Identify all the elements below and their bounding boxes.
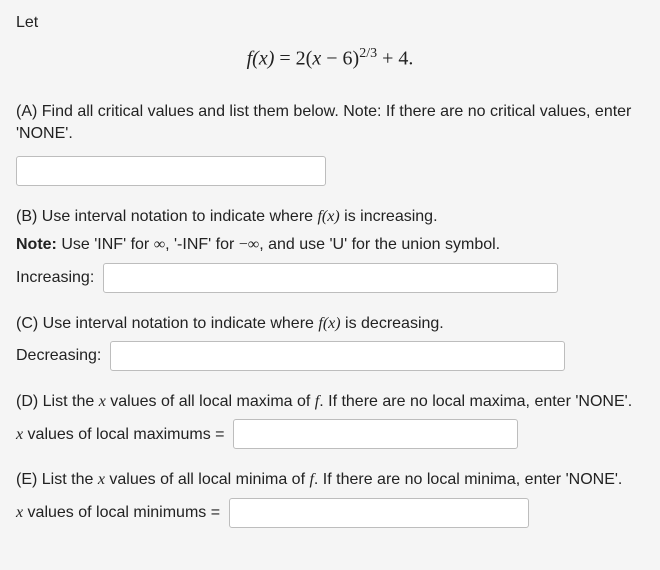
intro-let: Let: [16, 12, 644, 34]
part-d-line-a: (D) List the: [16, 393, 99, 410]
part-b-note-d: , and use 'U' for the union symbol.: [259, 236, 500, 253]
local-max-input[interactable]: [233, 419, 518, 449]
part-a-text: (A) Find all critical values and list th…: [16, 101, 644, 146]
formula-rhs-a: 2(: [296, 48, 313, 70]
formula-exp: 2/3: [359, 46, 377, 61]
min-label: x values of local minimums =: [16, 502, 220, 524]
part-b-note: Note: Use 'INF' for ∞, '-INF' for −∞, an…: [16, 234, 644, 256]
part-b-line1-b: is increasing.: [340, 208, 438, 225]
part-e-line: (E) List the x values of all local minim…: [16, 469, 644, 491]
formula-rhs-c: − 6): [321, 48, 359, 70]
max-label: x values of local maximums =: [16, 424, 225, 446]
local-min-input[interactable]: [229, 498, 529, 528]
part-e-line-c: . If there are no local minima, enter 'N…: [314, 471, 622, 488]
neg-infinity-symbol: −∞: [239, 236, 259, 253]
part-e-line-b: values of all local minima of: [105, 471, 310, 488]
part-c-fx: f(x): [318, 315, 340, 332]
part-c-line: (C) Use interval notation to indicate wh…: [16, 313, 644, 335]
critical-values-input[interactable]: [16, 156, 326, 186]
infinity-symbol: ∞: [154, 236, 165, 253]
formula-display: f(x) = 2(x − 6)2/3 + 4.: [16, 44, 644, 73]
part-b-note-b: Use 'INF' for: [57, 236, 154, 253]
max-label-rest: values of local maximums =: [23, 426, 224, 443]
part-b: (B) Use interval notation to indicate wh…: [16, 206, 644, 293]
formula-lhs: f(x): [247, 48, 275, 70]
part-a: (A) Find all critical values and list th…: [16, 101, 644, 186]
increasing-input[interactable]: [103, 263, 558, 293]
part-c: (C) Use interval notation to indicate wh…: [16, 313, 644, 371]
part-e-x: x: [98, 471, 105, 488]
part-c-line-b: is decreasing.: [341, 315, 444, 332]
formula-rhs-b: x: [312, 48, 321, 70]
part-d-line: (D) List the x values of all local maxim…: [16, 391, 644, 413]
formula-eq: =: [274, 48, 295, 70]
part-b-note-c: , '-INF' for: [165, 236, 239, 253]
min-label-rest: values of local minimums =: [23, 504, 220, 521]
decreasing-input[interactable]: [110, 341, 565, 371]
part-b-fx: f(x): [317, 208, 339, 225]
part-d-x: x: [99, 393, 106, 410]
increasing-label: Increasing:: [16, 267, 94, 289]
formula-rhs-d: + 4.: [377, 48, 413, 70]
part-b-line1-a: (B) Use interval notation to indicate wh…: [16, 208, 317, 225]
part-c-line-a: (C) Use interval notation to indicate wh…: [16, 315, 318, 332]
part-d-line-b: values of all local maxima of: [106, 393, 315, 410]
part-d: (D) List the x values of all local maxim…: [16, 391, 644, 449]
part-b-line1: (B) Use interval notation to indicate wh…: [16, 206, 644, 228]
part-e-line-a: (E) List the: [16, 471, 98, 488]
decreasing-label: Decreasing:: [16, 345, 101, 367]
part-b-note-label: Note:: [16, 236, 57, 253]
part-d-line-c: . If there are no local maxima, enter 'N…: [319, 393, 632, 410]
part-e: (E) List the x values of all local minim…: [16, 469, 644, 527]
